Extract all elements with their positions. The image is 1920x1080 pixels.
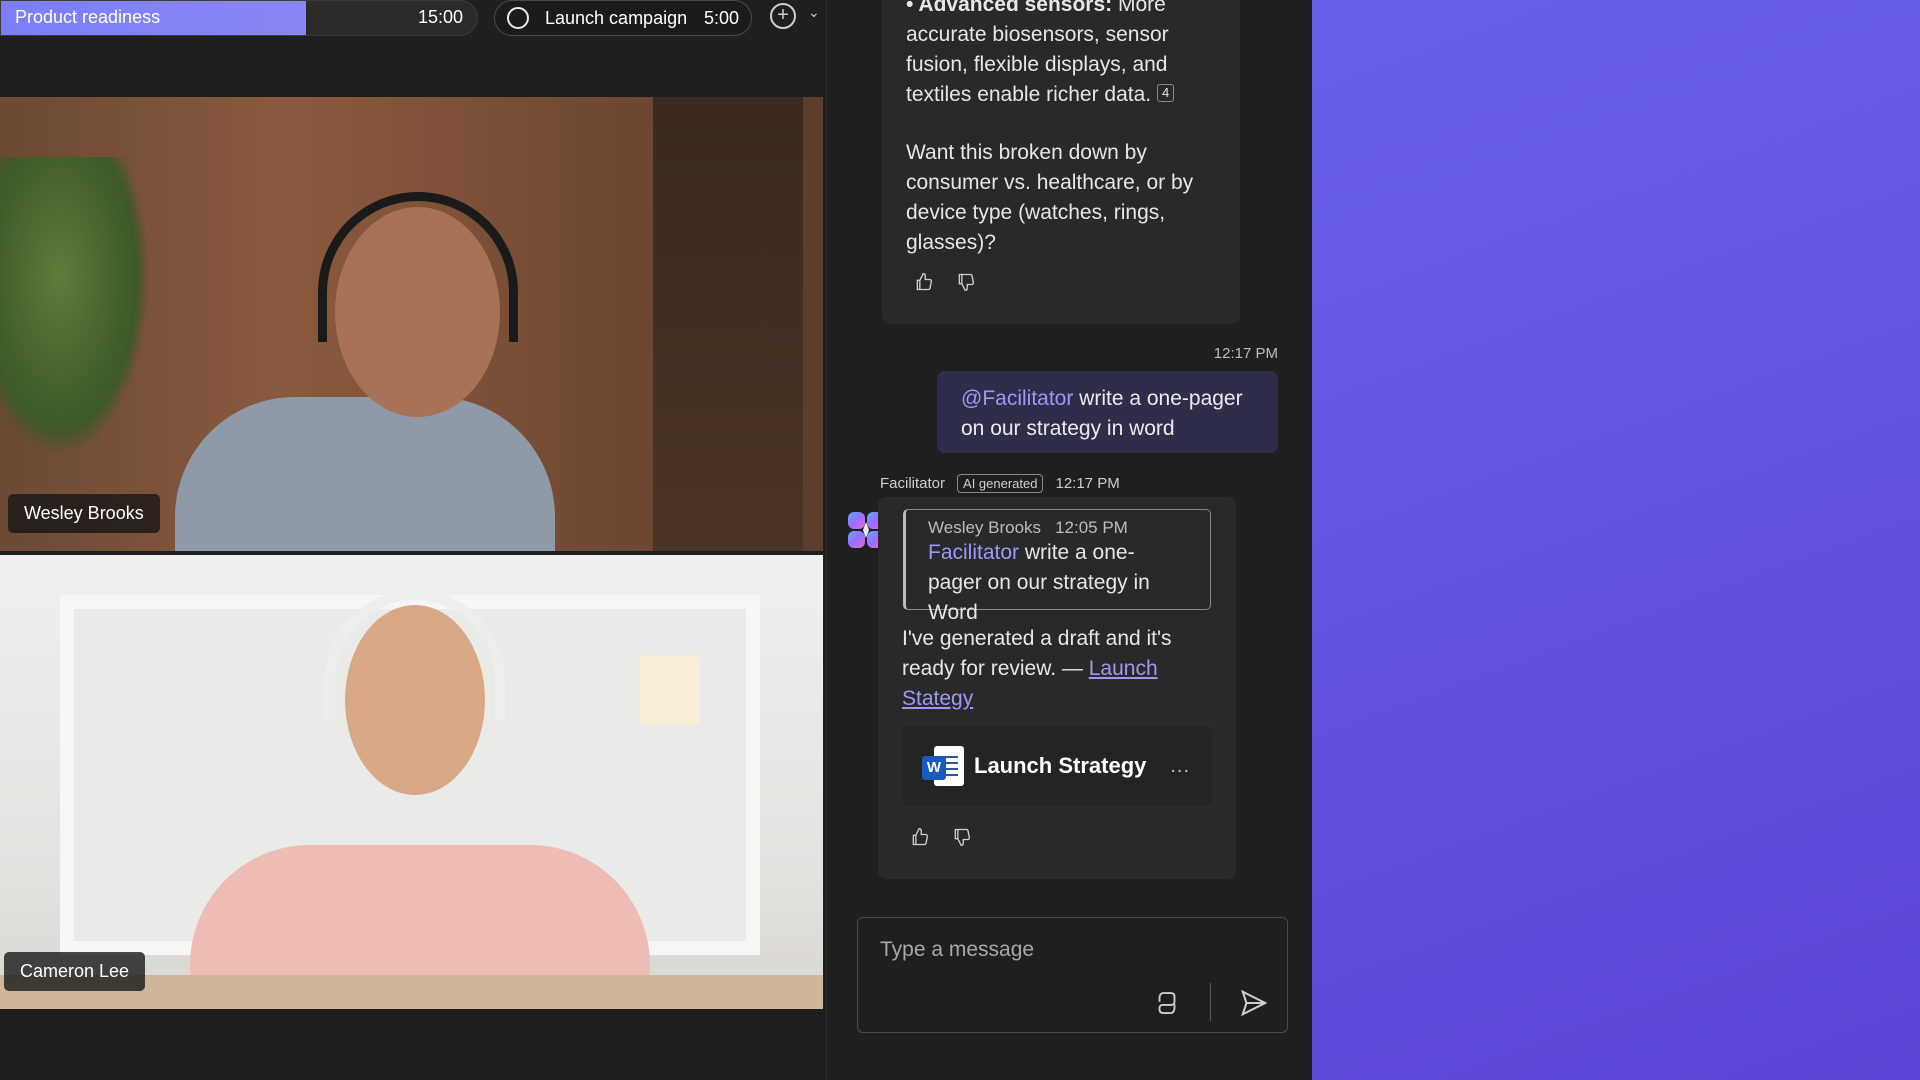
bot-message-header: Facilitator AI generated 12:17 PM bbox=[880, 474, 1120, 493]
chat-panel: • Advanced sensors: More accurate biosen… bbox=[826, 0, 1312, 1080]
message-timestamp: 12:17 PM bbox=[1213, 345, 1278, 362]
video-tile-cameron-lee[interactable]: Cameron Lee bbox=[0, 555, 823, 1009]
agenda-current-label: Product readiness bbox=[15, 7, 161, 27]
quote-text: Facilitator write a one-pager on our str… bbox=[928, 538, 1188, 628]
user-message: @Facilitator write a one-pager on our st… bbox=[937, 371, 1278, 453]
thumbs-up-icon[interactable] bbox=[910, 827, 930, 847]
message-timestamp: 12:17 PM bbox=[1055, 475, 1120, 492]
send-icon[interactable] bbox=[1239, 988, 1269, 1018]
agenda-next-timer: 5:00 bbox=[703, 7, 739, 28]
plant bbox=[0, 157, 150, 457]
quote-time: 12:05 PM bbox=[1055, 518, 1128, 537]
quoted-message[interactable]: Wesley Brooks 12:05 PM Facilitator write… bbox=[903, 509, 1211, 624]
copilot-icon[interactable] bbox=[1152, 988, 1182, 1018]
video-tile-wesley-brooks[interactable]: Wesley Brooks bbox=[0, 97, 823, 551]
bot-question: Want this broken down by consumer vs. he… bbox=[906, 141, 1194, 254]
bot-reply-text: I've generated a draft and it's ready fo… bbox=[902, 624, 1202, 714]
mention-link[interactable]: Facilitator bbox=[928, 541, 1019, 564]
bookshelf bbox=[653, 97, 803, 551]
reactions bbox=[910, 827, 972, 847]
message-input[interactable] bbox=[880, 938, 1260, 962]
agenda-bar: Product readiness 15:00 Launch campaign … bbox=[0, 0, 826, 36]
meeting-stage: Product readiness 15:00 Launch campaign … bbox=[0, 0, 826, 1080]
document-card[interactable]: W Launch Strategy ... bbox=[902, 726, 1212, 806]
participant-name-badge: Wesley Brooks bbox=[8, 494, 160, 533]
reactions bbox=[914, 272, 976, 292]
bot-sender-name: Facilitator bbox=[880, 475, 946, 492]
thumbs-down-icon[interactable] bbox=[952, 827, 972, 847]
citation-badge[interactable]: 4 bbox=[1156, 84, 1175, 102]
circle-icon bbox=[507, 7, 529, 29]
mention-link[interactable]: @Facilitator bbox=[961, 387, 1073, 410]
more-options-icon[interactable]: ... bbox=[1170, 755, 1190, 778]
bot-bullet: • Advanced sensors: More accurate biosen… bbox=[906, 0, 1216, 110]
message-composer bbox=[857, 917, 1288, 1033]
participant-name-badge: Cameron Lee bbox=[4, 952, 146, 991]
agenda-next-item[interactable]: Launch campaign 5:00 bbox=[494, 0, 752, 36]
thumbs-down-icon[interactable] bbox=[956, 272, 976, 292]
agenda-next-label: Launch campaign bbox=[545, 7, 688, 28]
ai-generated-badge: AI generated bbox=[957, 474, 1044, 493]
agenda-current-item[interactable]: Product readiness 15:00 bbox=[0, 0, 478, 36]
bullet-lead: • Advanced sensors: bbox=[906, 0, 1113, 16]
quote-meta: Wesley Brooks 12:05 PM bbox=[928, 518, 1188, 538]
participant-body bbox=[175, 397, 555, 551]
word-icon: W bbox=[922, 744, 966, 788]
composer-divider bbox=[1210, 983, 1211, 1021]
bot-message: Wesley Brooks 12:05 PM Facilitator write… bbox=[878, 497, 1236, 879]
lamp bbox=[640, 655, 700, 725]
add-agenda-item-icon[interactable]: + bbox=[770, 3, 796, 29]
agenda-current-timer: 15:00 bbox=[417, 7, 463, 27]
document-title: Launch Strategy bbox=[974, 753, 1147, 778]
headset-icon bbox=[318, 192, 518, 342]
quote-author: Wesley Brooks bbox=[928, 518, 1042, 537]
thumbs-up-icon[interactable] bbox=[914, 272, 934, 292]
chevron-down-icon[interactable]: ⌄ bbox=[808, 4, 820, 21]
bot-message-previous: • Advanced sensors: More accurate biosen… bbox=[882, 0, 1240, 324]
